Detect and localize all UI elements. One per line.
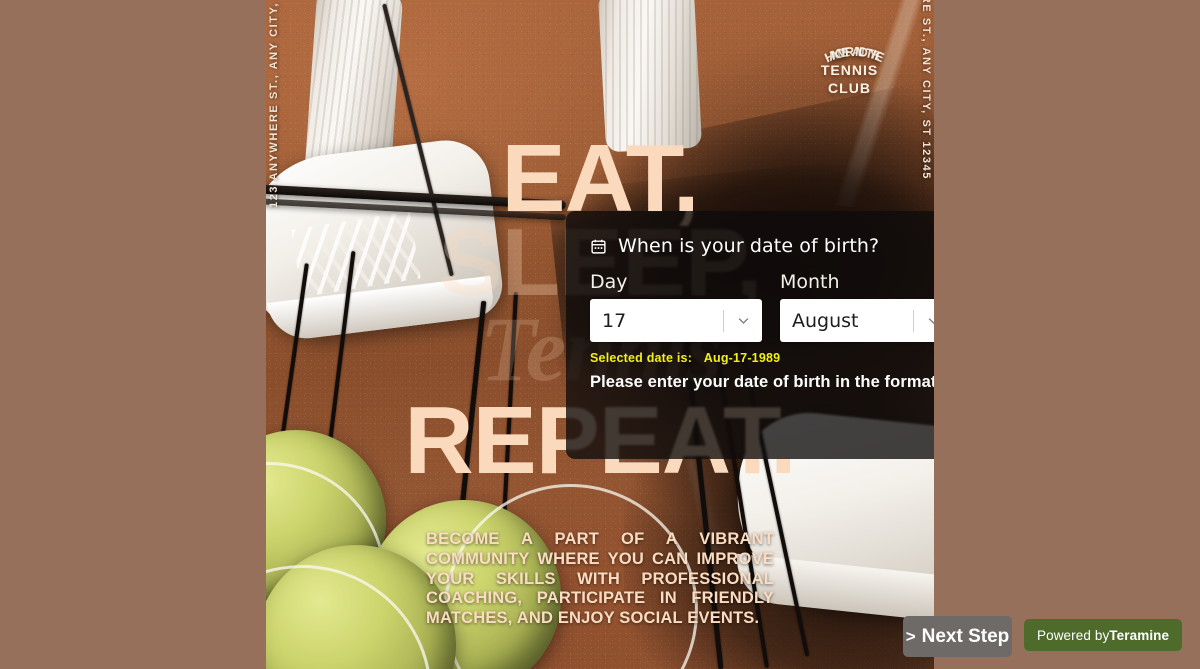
dialog-header: When is your date of birth? — [590, 235, 934, 257]
month-field: Month August — [780, 271, 934, 342]
club-logo: HANOVER AND TYKE TENNIS CLUB — [762, 26, 934, 97]
poster-canvas: HANOVER AND TYKE TENNIS CLUB EAT, SLEEP,… — [266, 0, 934, 669]
selected-date-label: Selected date is: — [590, 351, 693, 365]
chevron-down-icon — [724, 313, 762, 328]
calendar-icon — [590, 238, 607, 255]
selected-date-note: Selected date is: Aug-17-1989 — [590, 351, 934, 365]
day-value: 17 — [602, 309, 627, 332]
chevron-right-icon: > — [905, 627, 916, 646]
powered-by-brand: Teramine — [1109, 627, 1170, 643]
date-fields-row: Day 17 Month August — [590, 271, 934, 342]
address-vertical-left: 123 ANYWHERE ST., ANY CITY, ST 12345 — [268, 0, 280, 208]
dialog-title: When is your date of birth? — [618, 235, 880, 257]
month-select[interactable]: August — [780, 299, 934, 342]
date-of-birth-dialog: When is your date of birth? Day 17 Month… — [566, 211, 934, 459]
month-value: August — [792, 309, 859, 332]
next-step-label: Next Step — [921, 625, 1010, 647]
powered-by-badge[interactable]: Powered by Teramine — [1024, 619, 1183, 651]
poster-description: BECOME A PART OF A VIBRANT COMMUNITY WHE… — [426, 530, 774, 628]
day-field: Day 17 — [590, 271, 762, 342]
day-label: Day — [590, 271, 628, 293]
club-logo-line2: TENNIS — [820, 62, 879, 78]
day-select[interactable]: 17 — [590, 299, 762, 342]
address-vertical-right: 123 ANYWHERE ST., ANY CITY, ST 12345 — [920, 0, 932, 180]
dialog-title-group: When is your date of birth? — [590, 235, 879, 257]
next-step-button[interactable]: > Next Step — [903, 616, 1012, 657]
club-logo-arc-text: HANOVER AND TYKE — [821, 44, 887, 66]
selected-date-value: Aug-17-1989 — [703, 351, 781, 365]
club-logo-line3: CLUB — [828, 79, 871, 96]
format-hint: Please enter your date of birth in the f… — [590, 373, 934, 391]
chevron-down-icon — [914, 313, 934, 328]
month-label: Month — [780, 271, 840, 293]
powered-by-prefix: Powered by — [1037, 627, 1110, 643]
